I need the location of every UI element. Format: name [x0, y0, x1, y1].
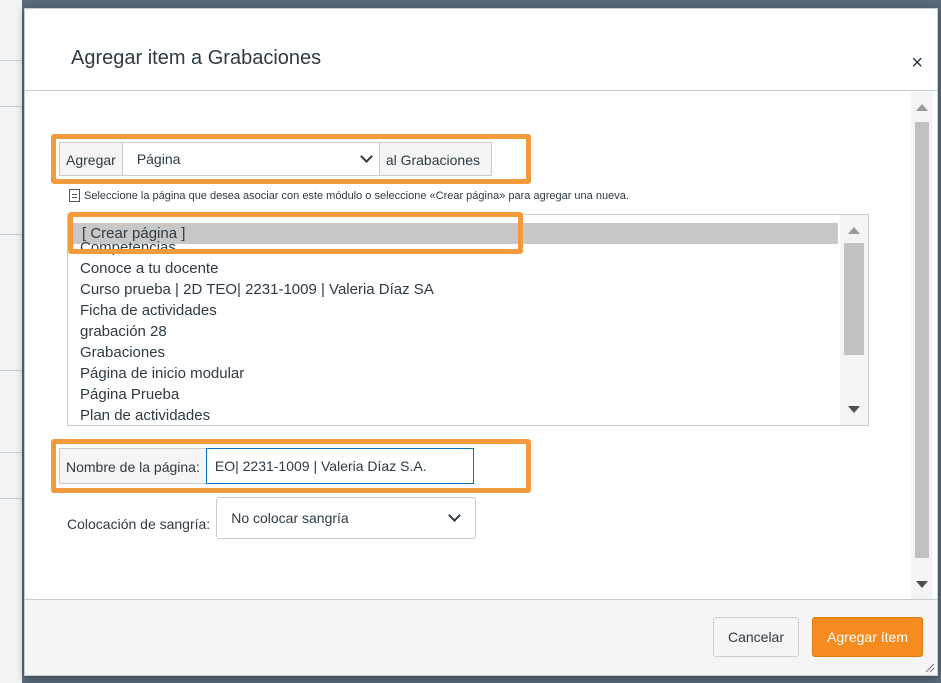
resize-handle-icon[interactable]: [924, 662, 934, 672]
divider: [0, 234, 22, 235]
list-scrollbar[interactable]: [840, 215, 868, 425]
scroll-up-icon[interactable]: [848, 227, 860, 234]
divider: [0, 452, 22, 453]
scroll-down-icon[interactable]: [848, 406, 860, 413]
dialog-scrollbar[interactable]: [911, 92, 933, 600]
divider: [0, 370, 22, 371]
page-name-row: Nombre de la página:: [59, 448, 474, 484]
item-type-value: Página: [136, 151, 181, 167]
close-icon[interactable]: ×: [911, 53, 923, 73]
cancel-button[interactable]: Cancelar: [712, 617, 799, 657]
add-prefix-label: Agregar: [59, 142, 122, 176]
indent-select[interactable]: No colocar sangría: [216, 497, 477, 539]
divider: [0, 60, 22, 61]
page-select-hint: Seleccione la página que desea asociar c…: [69, 189, 629, 202]
item-type-select[interactable]: Página: [121, 142, 380, 176]
list-item[interactable]: grabación 28: [68, 321, 838, 342]
page-list[interactable]: [ Crear página ] Competencias Conoce a t…: [67, 214, 869, 426]
dialog-header: Agregar item a Grabaciones ×: [25, 9, 937, 91]
dialog-body: Agregar Página al Grabaciones Seleccione…: [25, 92, 937, 600]
page-name-input[interactable]: [205, 448, 474, 484]
indent-row: Colocación de sangría: No colocar sangrí…: [67, 497, 477, 545]
list-item[interactable]: Página Prueba: [68, 384, 838, 405]
scroll-up-icon[interactable]: [916, 104, 928, 111]
document-icon: [69, 189, 80, 202]
chevron-down-icon: [448, 509, 462, 522]
list-item[interactable]: Plan de actividades: [68, 405, 838, 425]
item-type-row: Agregar Página al Grabaciones: [59, 142, 492, 176]
indent-value: No colocar sangría: [231, 510, 349, 526]
add-item-button[interactable]: Agregar ítem: [812, 617, 923, 657]
dialog-title: Agregar item a Grabaciones: [71, 47, 322, 69]
dialog-footer: Cancelar Agregar ítem: [25, 599, 937, 675]
module-suffix-label: al Grabaciones: [379, 142, 492, 176]
divider: [0, 106, 22, 107]
page-list-items: [ Crear página ] Competencias Conoce a t…: [68, 223, 838, 425]
hint-text: Seleccione la página que desea asociar c…: [84, 189, 629, 202]
list-item[interactable]: Grabaciones: [68, 342, 838, 363]
list-item[interactable]: Curso prueba | 2D TEO| 2231-1009 | Valer…: [68, 279, 838, 300]
divider: [0, 498, 22, 499]
list-item[interactable]: Conoce a tu docente: [68, 258, 838, 279]
chevron-down-icon: [359, 150, 373, 163]
indent-label: Colocación de sangría:: [67, 516, 211, 532]
add-item-dialog: Agregar item a Grabaciones × Agregar Pág…: [24, 8, 938, 676]
list-item[interactable]: Página de inicio modular: [68, 363, 838, 384]
scroll-down-icon[interactable]: [916, 581, 928, 588]
page-name-label: Nombre de la página:: [59, 448, 206, 484]
scroll-thumb[interactable]: [844, 243, 864, 355]
list-item[interactable]: Ficha de actividades: [68, 300, 838, 321]
background-page: [0, 0, 22, 683]
scroll-thumb[interactable]: [915, 122, 929, 558]
